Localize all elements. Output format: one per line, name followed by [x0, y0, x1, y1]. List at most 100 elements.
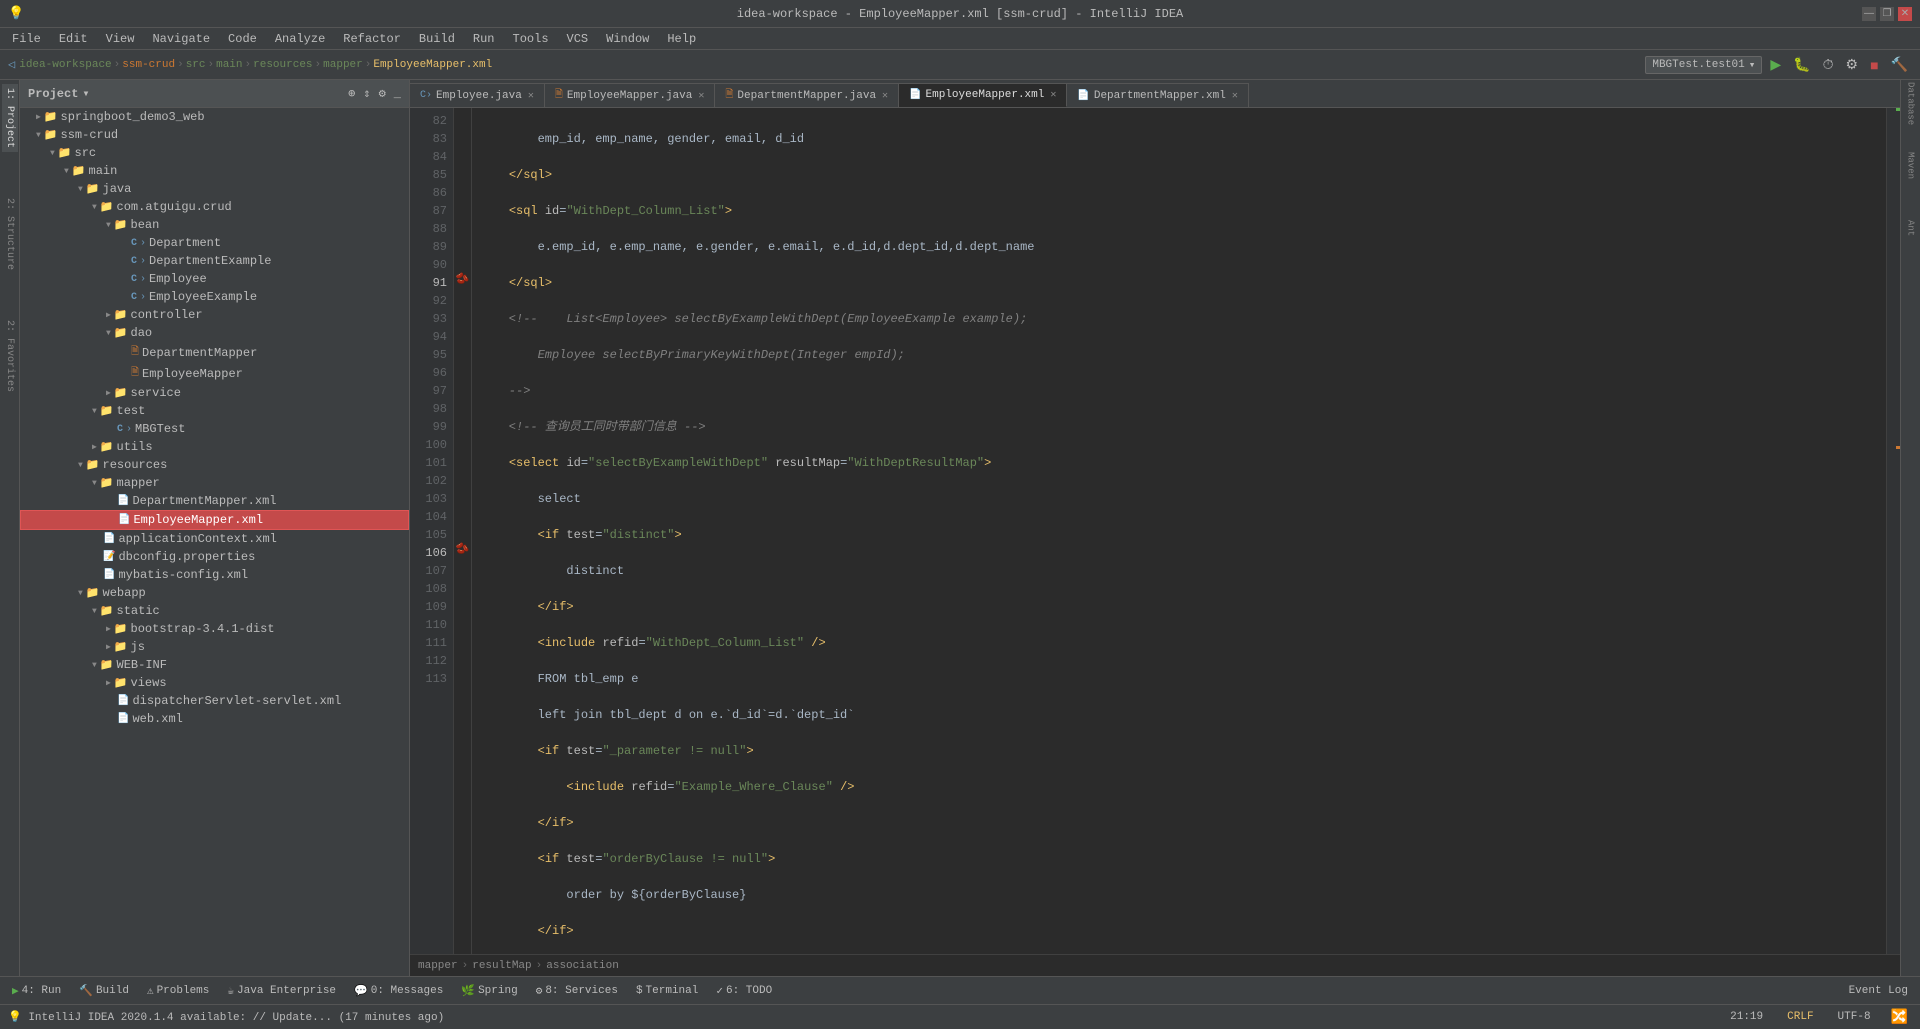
- tab-departmentmapper-xml[interactable]: 📄 DepartmentMapper.xml ✕: [1067, 83, 1249, 107]
- tab-employee-java[interactable]: C› Employee.java ✕: [410, 83, 545, 107]
- tree-item-controller[interactable]: ▶ 📁 controller: [20, 306, 409, 324]
- menu-file[interactable]: File: [4, 30, 49, 48]
- tree-item-mapper-folder[interactable]: ▼ 📁 mapper: [20, 474, 409, 492]
- menu-vcs[interactable]: VCS: [559, 30, 597, 48]
- bottom-tab-run[interactable]: ▶ 4: Run: [4, 982, 69, 1000]
- project-toolbar-minimize[interactable]: _: [394, 87, 401, 101]
- menu-navigate[interactable]: Navigate: [144, 30, 218, 48]
- tree-item-ssm-crud[interactable]: ▼ 📁 ssm-crud: [20, 126, 409, 144]
- toolbar-back-icon[interactable]: ◁: [8, 57, 15, 72]
- menu-edit[interactable]: Edit: [51, 30, 96, 48]
- menu-help[interactable]: Help: [659, 30, 704, 48]
- tab-close-icon[interactable]: ✕: [698, 90, 704, 102]
- tree-item-dispatcher[interactable]: 📄 dispatcherServlet-servlet.xml: [20, 692, 409, 710]
- bottom-tab-java-enterprise[interactable]: ☕ Java Enterprise: [219, 982, 344, 1000]
- menu-analyze[interactable]: Analyze: [267, 30, 333, 48]
- tab-close-icon[interactable]: ✕: [1050, 89, 1056, 101]
- tree-item-dao[interactable]: ▼ 📁 dao: [20, 324, 409, 342]
- bottom-tab-problems[interactable]: ⚠ Problems: [139, 982, 217, 1000]
- tree-item-employeeexample[interactable]: C › EmployeeExample: [20, 288, 409, 306]
- cursor-position[interactable]: 21:19: [1722, 1011, 1771, 1023]
- project-panel-icon[interactable]: 1: Project: [2, 84, 18, 152]
- tree-item-employeemapper-xml[interactable]: 📄 EmployeeMapper.xml: [20, 510, 409, 530]
- project-toolbar-scroll[interactable]: ⇕: [363, 86, 370, 101]
- code-content[interactable]: emp_id, emp_name, gender, email, d_id </…: [472, 108, 1886, 954]
- menu-tools[interactable]: Tools: [505, 30, 557, 48]
- tree-item-webxml[interactable]: 📄 web.xml: [20, 710, 409, 728]
- minimize-button[interactable]: —: [1862, 7, 1876, 21]
- menu-code[interactable]: Code: [220, 30, 265, 48]
- tree-item-bootstrap[interactable]: ▶ 📁 bootstrap-3.4.1-dist: [20, 620, 409, 638]
- menu-run[interactable]: Run: [465, 30, 503, 48]
- breadcrumb-part5[interactable]: resources: [253, 59, 312, 71]
- project-toolbar-settings[interactable]: ⚙: [379, 86, 386, 101]
- tree-item-bean[interactable]: ▼ 📁 bean: [20, 216, 409, 234]
- tree-item-mybatis-config[interactable]: 📄 mybatis-config.xml: [20, 566, 409, 584]
- tab-departmentmapper-java[interactable]: 🗎 DepartmentMapper.java ✕: [715, 83, 899, 107]
- tree-item-views[interactable]: ▶ 📁 views: [20, 674, 409, 692]
- close-button[interactable]: ✕: [1898, 7, 1912, 21]
- favorites-panel-icon[interactable]: 2: Favorites: [2, 316, 18, 396]
- breadcrumb-part6[interactable]: mapper: [323, 59, 363, 71]
- menu-window[interactable]: Window: [598, 30, 657, 48]
- tree-item-com-atguigu[interactable]: ▼ 📁 com.atguigu.crud: [20, 198, 409, 216]
- stop-button[interactable]: ■: [1866, 55, 1882, 75]
- debug-button[interactable]: 🐛: [1789, 54, 1814, 75]
- tab-close-icon[interactable]: ✕: [882, 90, 888, 102]
- bottom-tab-terminal[interactable]: $ Terminal: [628, 983, 706, 999]
- bottom-tab-spring[interactable]: 🌿 Spring: [453, 982, 525, 1000]
- maven-panel-icon[interactable]: Maven: [1903, 146, 1919, 186]
- bean-gutter-icon-91[interactable]: 🫘: [454, 270, 471, 288]
- line-ending[interactable]: CRLF: [1779, 1011, 1821, 1023]
- tab-close-icon[interactable]: ✕: [1232, 90, 1238, 102]
- tree-item-webinf[interactable]: ▼ 📁 WEB-INF: [20, 656, 409, 674]
- tree-item-employeemapper-java[interactable]: 🗎 EmployeeMapper: [20, 363, 409, 384]
- tree-item-department[interactable]: C › Department: [20, 234, 409, 252]
- tree-item-test[interactable]: ▼ 📁 test: [20, 402, 409, 420]
- bean-gutter-icon-106[interactable]: 🫘: [454, 540, 471, 558]
- bottom-tab-services[interactable]: ⚙ 8: Services: [528, 982, 626, 1000]
- code-editor[interactable]: 82 83 84 85 86 87 88 89 90 91 92 93 94 9…: [410, 108, 1900, 954]
- menu-build[interactable]: Build: [411, 30, 463, 48]
- encoding-label[interactable]: UTF-8: [1830, 1011, 1879, 1023]
- tab-close-icon[interactable]: ✕: [528, 90, 534, 102]
- project-toolbar-add[interactable]: ⊕: [348, 86, 355, 101]
- tree-item-src[interactable]: ▼ 📁 src: [20, 144, 409, 162]
- tree-item-springboot[interactable]: ▶ 📁 springboot_demo3_web: [20, 108, 409, 126]
- tree-item-main[interactable]: ▼ 📁 main: [20, 162, 409, 180]
- breadcrumb-part4[interactable]: main: [216, 59, 242, 71]
- restore-button[interactable]: ❐: [1880, 7, 1894, 21]
- tree-item-dbconfig[interactable]: 📝 dbconfig.properties: [20, 548, 409, 566]
- breadcrumb-part1[interactable]: idea-workspace: [19, 59, 111, 71]
- ant-panel-icon[interactable]: Ant: [1903, 208, 1919, 248]
- tree-item-utils[interactable]: ▶ 📁 utils: [20, 438, 409, 456]
- run-button[interactable]: ▶: [1766, 54, 1785, 75]
- tree-item-resources[interactable]: ▼ 📁 resources: [20, 456, 409, 474]
- tree-item-departmentmapper-xml[interactable]: 📄 DepartmentMapper.xml: [20, 492, 409, 510]
- bottom-tab-messages[interactable]: 💬 0: Messages: [346, 982, 451, 1000]
- tree-item-webapp[interactable]: ▼ 📁 webapp: [20, 584, 409, 602]
- tree-item-appcontext[interactable]: 📄 applicationContext.xml: [20, 530, 409, 548]
- database-panel-icon[interactable]: Database: [1903, 84, 1919, 124]
- tree-item-employee[interactable]: C › Employee: [20, 270, 409, 288]
- structure-panel-icon[interactable]: 2: Structure: [2, 194, 18, 274]
- tree-item-departmentexample[interactable]: C › DepartmentExample: [20, 252, 409, 270]
- tree-item-departmentmapper[interactable]: 🗎 DepartmentMapper: [20, 342, 409, 363]
- build-project-button[interactable]: 🔨: [1887, 54, 1912, 75]
- event-log-button[interactable]: Event Log: [1841, 985, 1916, 997]
- menu-view[interactable]: View: [98, 30, 143, 48]
- breadcrumb-part2[interactable]: ssm-crud: [122, 59, 175, 71]
- tab-employeemapper-java[interactable]: 🗎 EmployeeMapper.java ✕: [545, 83, 716, 107]
- bottom-tab-build[interactable]: 🔨 Build: [71, 982, 137, 1000]
- settings-button[interactable]: ⚙: [1842, 54, 1863, 75]
- menu-refactor[interactable]: Refactor: [335, 30, 409, 48]
- tab-employeemapper-xml[interactable]: 📄 EmployeeMapper.xml ✕: [899, 83, 1067, 107]
- tree-item-mbgtest[interactable]: C › MBGTest: [20, 420, 409, 438]
- tree-item-js[interactable]: ▶ 📁 js: [20, 638, 409, 656]
- tree-item-static[interactable]: ▼ 📁 static: [20, 602, 409, 620]
- bottom-tab-todo[interactable]: ✓ 6: TODO: [708, 982, 780, 1000]
- run-with-coverage-button[interactable]: ⏱: [1819, 54, 1838, 75]
- breadcrumb-part3[interactable]: src: [186, 59, 206, 71]
- tree-item-java[interactable]: ▼ 📁 java: [20, 180, 409, 198]
- breadcrumb-part7[interactable]: EmployeeMapper.xml: [373, 59, 492, 71]
